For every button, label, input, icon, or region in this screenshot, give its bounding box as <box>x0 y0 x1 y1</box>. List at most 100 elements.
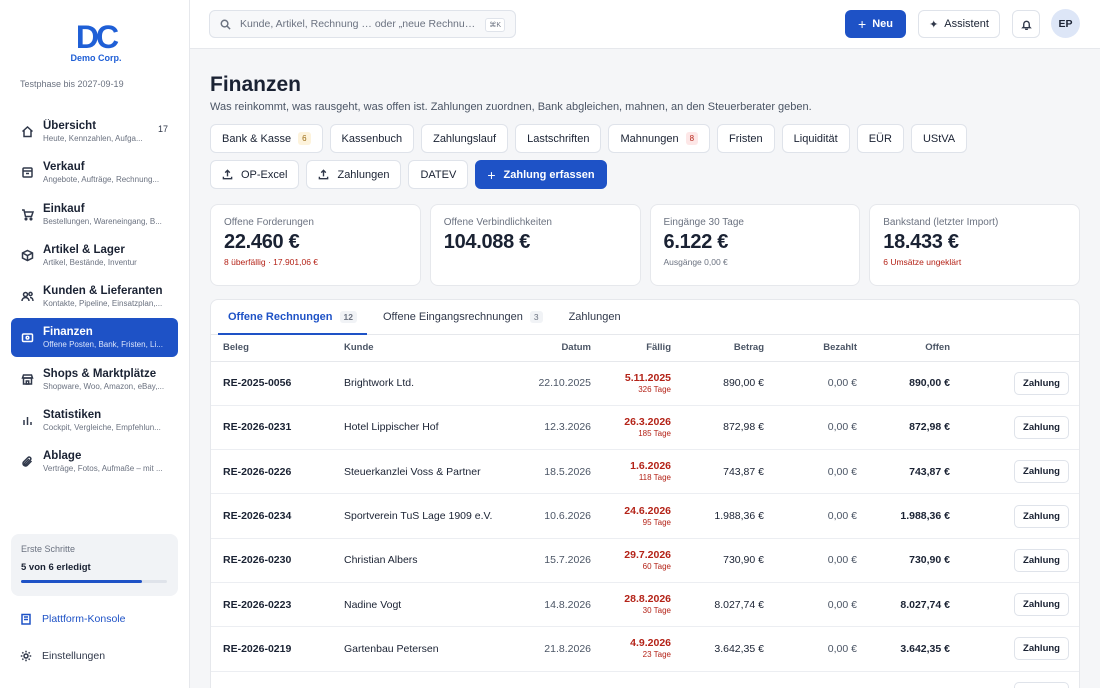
invoice-number[interactable]: RE-2026-0230 <box>211 538 334 583</box>
due-cell: 26.9.2026 <box>591 671 683 688</box>
sidebar-item-übersicht[interactable]: Übersicht Heute, Kennzahlen, Aufga... 17 <box>11 112 178 151</box>
kpi-card[interactable]: Eingänge 30 Tage 6.122 € Ausgänge 0,00 € <box>649 204 861 286</box>
action-zahlungen[interactable]: Zahlungen <box>306 160 402 189</box>
invoice-date: 18.5.2026 <box>514 449 591 495</box>
overdue-days: 23 Tage <box>642 650 671 660</box>
column-header[interactable]: Kunde <box>334 335 514 362</box>
kpi-value: 6.122 € <box>663 231 729 253</box>
amount: 743,87 € <box>683 449 776 495</box>
invoice-date: 15.7.2026 <box>514 538 591 583</box>
kpi-card[interactable]: Offene Forderungen 22.460 € 8 überfällig ·… <box>210 204 421 286</box>
assistant-button[interactable]: ✦ Assistent <box>918 10 1000 38</box>
chip-label: EÜR <box>868 132 892 145</box>
record-payment-button[interactable]: Zahlung <box>1014 415 1069 439</box>
record-payment-button[interactable]: Zahlung <box>1014 681 1069 688</box>
chip-zahlungslauf[interactable]: Zahlungslauf <box>421 124 509 153</box>
action-op-excel[interactable]: OP-Excel <box>210 160 300 189</box>
sidebar-item-description: Heute, Kennzahlen, Aufga... <box>43 134 143 143</box>
invoice-number[interactable]: RE-2026-0219 <box>211 626 334 672</box>
sidebar-item-finanzen[interactable]: Finanzen Offene Posten, Bank, Fristen, Li… <box>11 318 178 358</box>
action-datev[interactable]: DATEV <box>408 160 469 189</box>
cart-icon <box>21 208 34 221</box>
column-header[interactable]: Datum <box>514 335 591 362</box>
row-actions: Zahlung <box>962 538 1079 583</box>
search-input[interactable] <box>240 18 480 30</box>
table-row[interactable]: RE-2025-0056 Brightwork Ltd. 22.10.2025 5.1… <box>211 361 1079 406</box>
chip-lastschriften[interactable]: Lastschriften <box>515 124 602 153</box>
notifications-button[interactable] <box>1012 10 1040 38</box>
settings-link[interactable]: Einstellungen <box>20 650 105 662</box>
table-row[interactable]: RE-2026-0231 Hotel Lippischer Hof 12.3.202… <box>211 405 1079 451</box>
kpi-label: Eingänge 30 Tage <box>663 217 744 228</box>
column-header[interactable]: Beleg <box>211 335 334 362</box>
sidebar-item-einkauf[interactable]: Einkauf Bestellungen, Wareneingang, B... <box>11 195 178 234</box>
chip-label: Kassenbuch <box>341 132 403 145</box>
tab-offene-eingangsrechnungen[interactable]: Offene Eingangsrechnungen 3 <box>373 300 553 334</box>
record-payment-button[interactable]: Zahlung <box>1014 548 1069 572</box>
record-payment-button[interactable]: Zahlung <box>1014 593 1069 617</box>
chip-fristen[interactable]: Fristen <box>717 124 775 153</box>
record-payment-button[interactable]: Zahlung <box>1014 371 1069 395</box>
new-button[interactable]: + Neu <box>845 10 906 38</box>
sidebar-item-description: Angebote, Aufträge, Rechnung... <box>43 175 160 185</box>
sidebar-item-text: Shops & Marktplätze Shopware, Woo, Amazon… <box>43 367 169 392</box>
due-cell: 4.9.2026 23 Tage <box>591 626 683 672</box>
invoice-number[interactable]: RE-2026-0223 <box>211 582 334 628</box>
kpi-subtext: Ausgänge 0,00 € <box>663 257 728 267</box>
sidebar-item-label: Verkauf <box>43 161 85 174</box>
steps-progress-fill <box>21 580 143 583</box>
row-actions: Zahlung <box>962 582 1079 628</box>
customer-name: Hotel Lippischer Hof <box>334 405 514 451</box>
action-zahlung-erfassen[interactable]: + Zahlung erfassen <box>475 160 607 189</box>
column-header[interactable]: Fällig <box>591 335 683 362</box>
chip-bank-kasse[interactable]: Bank & Kasse 6 <box>210 124 323 153</box>
chip-eür[interactable]: EÜR <box>856 124 904 153</box>
due-date: 29.7.2026 <box>624 548 671 561</box>
record-payment-button[interactable]: Zahlung <box>1014 504 1069 528</box>
sidebar-item-label: Finanzen <box>43 326 93 339</box>
column-header[interactable]: Offen <box>869 335 962 362</box>
tab-label: Zahlungen <box>568 311 621 323</box>
table-row[interactable]: RE-2026-0234 Sportverein TuS Lage 1909 e.… <box>211 493 1079 539</box>
column-header[interactable]: Betrag <box>683 335 776 362</box>
global-search[interactable]: ⌘K <box>209 10 516 38</box>
chip-kassenbuch[interactable]: Kassenbuch <box>329 124 415 153</box>
chip-ustva[interactable]: UStVA <box>910 124 968 153</box>
sidebar-item-shops-marktplätze[interactable]: Shops & Marktplätze Shopware, Woo, Amazon… <box>11 360 178 399</box>
kpi-card[interactable]: Offene Verbindlichkeiten 104.088 € <box>429 204 641 286</box>
tab-offene-rechnungen[interactable]: Offene Rechnungen 12 <box>218 300 367 335</box>
table-row[interactable]: RE-2026-0236Praxis Dr. Weber12.9.202626.… <box>211 671 1079 688</box>
due-cell: 1.6.2026 118 Tage <box>591 449 683 495</box>
sidebar-item-description: Bestellungen, Wareneingang, B... <box>43 216 162 226</box>
table-row[interactable]: RE-2026-0223 Nadine Vogt 14.8.2026 28.8.202… <box>211 582 1079 628</box>
sidebar-item-verkauf[interactable]: Verkauf Angebote, Aufträge, Rechnung... <box>11 153 178 192</box>
onboarding-steps[interactable]: Erste Schritte 5 von 6 erledigt <box>11 534 178 596</box>
sidebar-item-ablage[interactable]: Ablage Verträge, Fotos, Aufmaße – mit ... <box>11 442 178 481</box>
action-label: Zahlungen <box>337 168 390 181</box>
table-row[interactable]: RE-2026-0219 Gartenbau Petersen 21.8.2026 4… <box>211 626 1079 672</box>
table-row[interactable]: RE-2026-0226 Steuerkanzlei Voss & Partner… <box>211 449 1079 495</box>
kpi-card[interactable]: Bankstand (letzter Import) 18.433 € 6 Umsä… <box>869 204 1080 286</box>
platform-console-link[interactable]: Plattform-Konsole <box>20 613 125 625</box>
overdue-days: 118 Tage <box>638 473 671 483</box>
customer-name: Gartenbau Petersen <box>334 626 514 672</box>
invoice-number[interactable]: RE-2026-0234 <box>211 493 334 539</box>
table-row[interactable]: RE-2026-0230 Christian Albers 15.7.2026 29.… <box>211 538 1079 583</box>
paid-amount: 0,00 € <box>776 538 869 583</box>
sidebar-item-artikel-lager[interactable]: Artikel & Lager Artikel, Bestände, Invent… <box>11 236 178 275</box>
invoice-number[interactable]: RE-2026-0226 <box>211 449 334 495</box>
invoice-number[interactable]: RE-2026-0231 <box>211 405 334 451</box>
chip-liquidität[interactable]: Liquidität <box>781 124 850 153</box>
invoice-number[interactable]: RE-2026-0236 <box>211 671 334 688</box>
tab-zahlungen[interactable]: Zahlungen <box>559 300 631 334</box>
kpi-subtext: 6 Umsätze ungeklärt <box>883 257 962 267</box>
record-payment-button[interactable]: Zahlung <box>1014 460 1069 484</box>
column-header[interactable]: Bezahlt <box>776 335 869 362</box>
sidebar-item-statistiken[interactable]: Statistiken Cockpit, Vergleiche, Empfehlu… <box>11 401 178 440</box>
invoice-number[interactable]: RE-2025-0056 <box>211 361 334 406</box>
chip-mahnungen[interactable]: Mahnungen 8 <box>608 124 711 153</box>
company-logo[interactable]: DC Demo Corp. <box>70 21 122 66</box>
record-payment-button[interactable]: Zahlung <box>1014 637 1069 661</box>
sidebar-item-kunden-lieferanten[interactable]: Kunden & Lieferanten Kontakte, Pipeline, … <box>11 277 178 316</box>
user-avatar[interactable]: EP <box>1051 9 1080 38</box>
